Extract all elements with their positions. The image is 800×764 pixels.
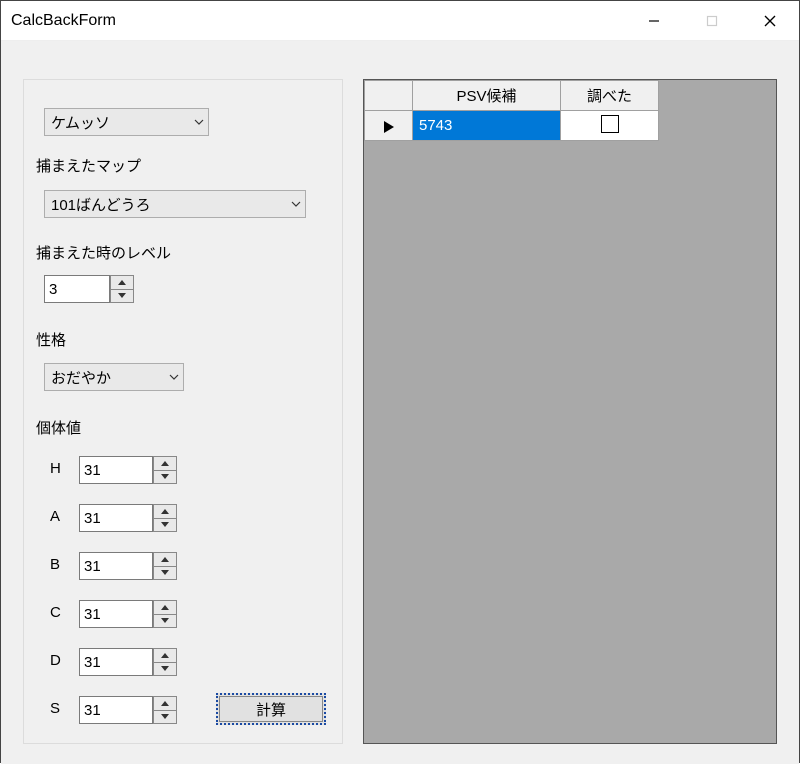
left-panel: ケムッソ 捕まえたマップ 101ばんどうろ 捕まえた時のレベル 性格 おだやか [23,79,343,744]
level-spinner[interactable] [44,275,134,303]
stat-d-up-button[interactable] [153,648,177,663]
stat-a-down-button[interactable] [153,519,177,533]
stat-h-up-button[interactable] [153,456,177,471]
table-row[interactable]: 5743 [365,111,659,141]
stat-input-d[interactable] [79,648,153,676]
checked-cell[interactable] [561,111,659,141]
level-label: 捕まえた時のレベル [36,242,171,263]
table-header-row: PSV候補 調べた [365,81,659,111]
chevron-down-icon [287,191,305,217]
results-grid[interactable]: PSV候補 調べた 5743 [363,79,777,744]
minimize-button[interactable] [625,1,683,41]
results-table: PSV候補 調べた 5743 [364,80,659,141]
stat-input-s[interactable] [79,696,153,724]
level-down-button[interactable] [110,290,134,304]
nature-select[interactable]: おだやか [44,363,184,391]
map-select[interactable]: 101ばんどうろ [44,190,306,218]
chevron-down-icon [165,364,183,390]
calculate-button-label: 計算 [256,699,286,720]
map-label: 捕まえたマップ [36,155,141,176]
checkbox-icon[interactable] [601,115,619,133]
stat-label-b: B [50,556,60,573]
nature-label: 性格 [36,329,66,350]
stat-c-down-button[interactable] [153,615,177,629]
stat-input-c[interactable] [79,600,153,628]
stat-spinner-a[interactable] [79,504,177,532]
stat-a-up-button[interactable] [153,504,177,519]
ivs-label: 個体値 [36,417,81,438]
level-up-button[interactable] [110,275,134,290]
stat-spinner-h[interactable] [79,456,177,484]
close-button[interactable] [741,1,799,41]
stat-input-a[interactable] [79,504,153,532]
client-area: ケムッソ 捕まえたマップ 101ばんどうろ 捕まえた時のレベル 性格 おだやか [1,41,799,764]
map-select-value: 101ばんどうろ [51,194,287,215]
stat-c-up-button[interactable] [153,600,177,615]
stat-spinner-s[interactable] [79,696,177,724]
window-titlebar: CalcBackForm [1,1,799,41]
stat-label-h: H [50,460,61,477]
stat-spinner-d[interactable] [79,648,177,676]
pokemon-select[interactable]: ケムッソ [44,108,209,136]
stat-b-up-button[interactable] [153,552,177,567]
col-header-psv[interactable]: PSV候補 [413,81,561,111]
stat-h-down-button[interactable] [153,471,177,485]
stat-s-up-button[interactable] [153,696,177,711]
stat-label-d: D [50,652,61,669]
stat-label-a: A [50,508,60,525]
col-header-checked[interactable]: 調べた [561,81,659,111]
stat-input-b[interactable] [79,552,153,580]
window-title: CalcBackForm [11,12,625,30]
maximize-button[interactable] [683,1,741,41]
stat-b-down-button[interactable] [153,567,177,581]
nature-select-value: おだやか [51,367,165,388]
pokemon-select-value: ケムッソ [51,112,190,133]
stat-label-c: C [50,604,61,621]
table-corner-cell[interactable] [365,81,413,111]
stat-label-s: S [50,700,60,717]
chevron-down-icon [190,109,208,135]
level-input[interactable] [44,275,110,303]
psv-cell[interactable]: 5743 [413,111,561,141]
stat-d-down-button[interactable] [153,663,177,677]
row-indicator-icon[interactable] [365,111,413,141]
stat-s-down-button[interactable] [153,711,177,725]
stat-spinner-c[interactable] [79,600,177,628]
calculate-button[interactable]: 計算 [216,693,326,725]
stat-input-h[interactable] [79,456,153,484]
stat-spinner-b[interactable] [79,552,177,580]
